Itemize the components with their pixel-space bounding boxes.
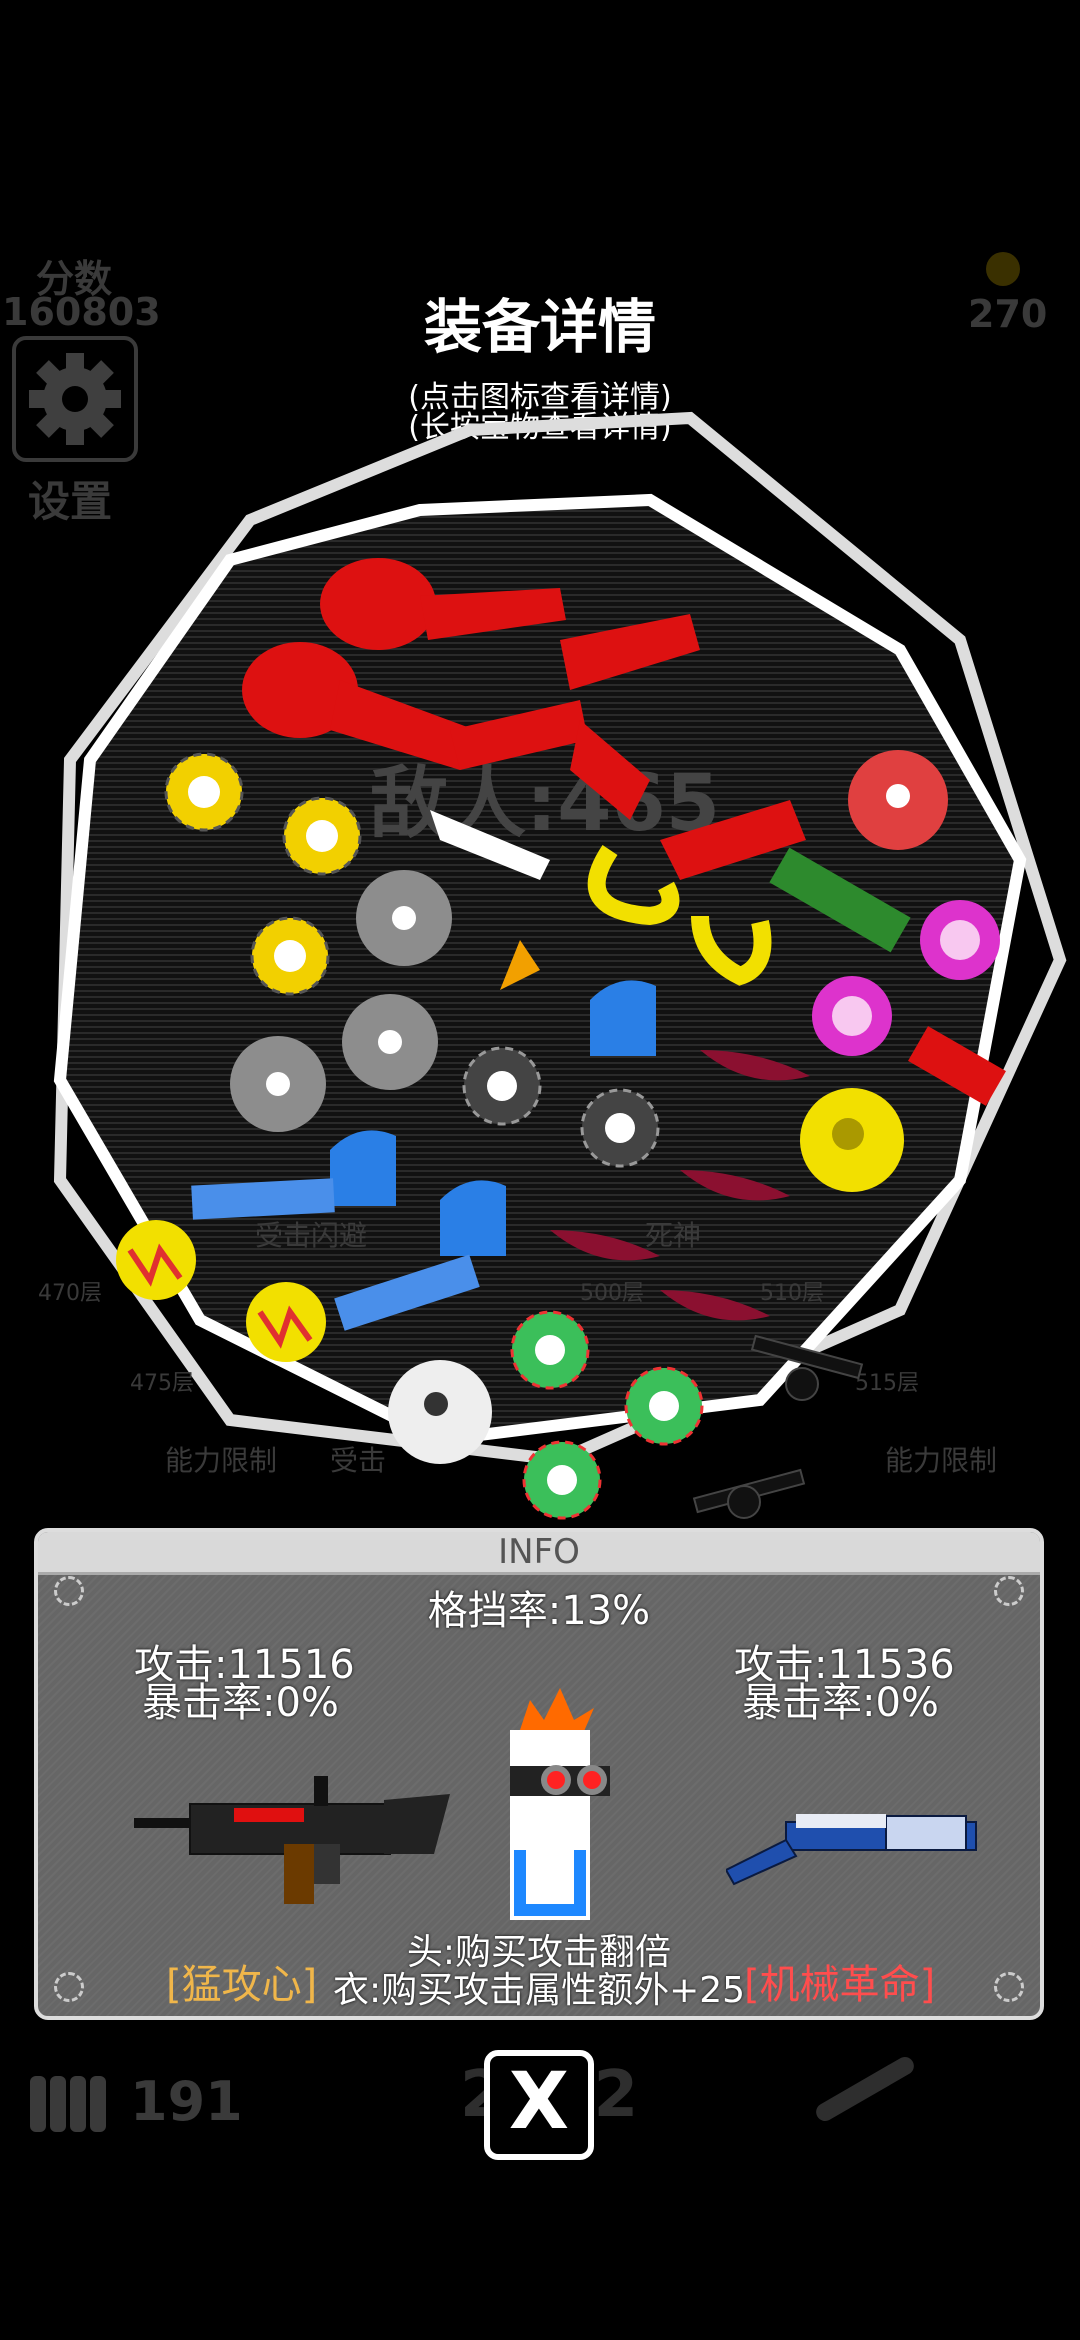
- player-character-icon: [510, 1688, 610, 1920]
- close-button[interactable]: X: [484, 2050, 594, 2160]
- left-crit: 暴击率:0%: [142, 1680, 339, 1726]
- bg-label-2: 死神: [645, 1219, 701, 1252]
- bg-label-3: 能力限制: [165, 1444, 277, 1477]
- info-title: INFO: [498, 1532, 580, 1572]
- ammo-value: 191: [130, 2070, 243, 2133]
- info-panel: INFO 格挡率:13% 攻击:11516 暴击率:0% 攻击:11536 暴击…: [34, 1528, 1044, 2020]
- bg-floor-5: 515层: [855, 1371, 919, 1396]
- bg-floor-3: 500层: [580, 1281, 644, 1306]
- bg-floor-4: 510层: [760, 1281, 824, 1306]
- block-rate: 格挡率:13%: [427, 1588, 651, 1634]
- right-crit: 暴击率:0%: [742, 1680, 939, 1726]
- head-bonus: 头:购买攻击翻倍: [406, 1932, 672, 1973]
- white-orb-icon[interactable]: [388, 1360, 492, 1464]
- worm-icon: [812, 2053, 918, 2125]
- body-bonus: 衣:购买攻击属性额外+25: [332, 1970, 746, 2011]
- bg-floor-1: 470层: [38, 1281, 102, 1306]
- mech-shotgun-icon[interactable]: [726, 1800, 986, 1900]
- enemy-count-label: 敌人:465: [370, 759, 720, 849]
- heavy-gun-icon[interactable]: [134, 1764, 454, 1904]
- bg-label-5: 能力限制: [885, 1444, 997, 1477]
- equipment-arena: 敌人:465 受击闪避 死神 能力限制 受击 能力限制 470层 475层 50…: [38, 411, 1067, 1520]
- page-title: 装备详情: [423, 293, 656, 361]
- bg-label-4: 受击: [330, 1444, 386, 1477]
- yellow-eye-icon[interactable]: [800, 1088, 904, 1192]
- ammo-icon: [30, 2076, 106, 2132]
- red-orb-icon[interactable]: [848, 750, 948, 850]
- bg-floor-2: 475层: [130, 1371, 194, 1396]
- bg-label-1: 受击闪避: [255, 1219, 367, 1252]
